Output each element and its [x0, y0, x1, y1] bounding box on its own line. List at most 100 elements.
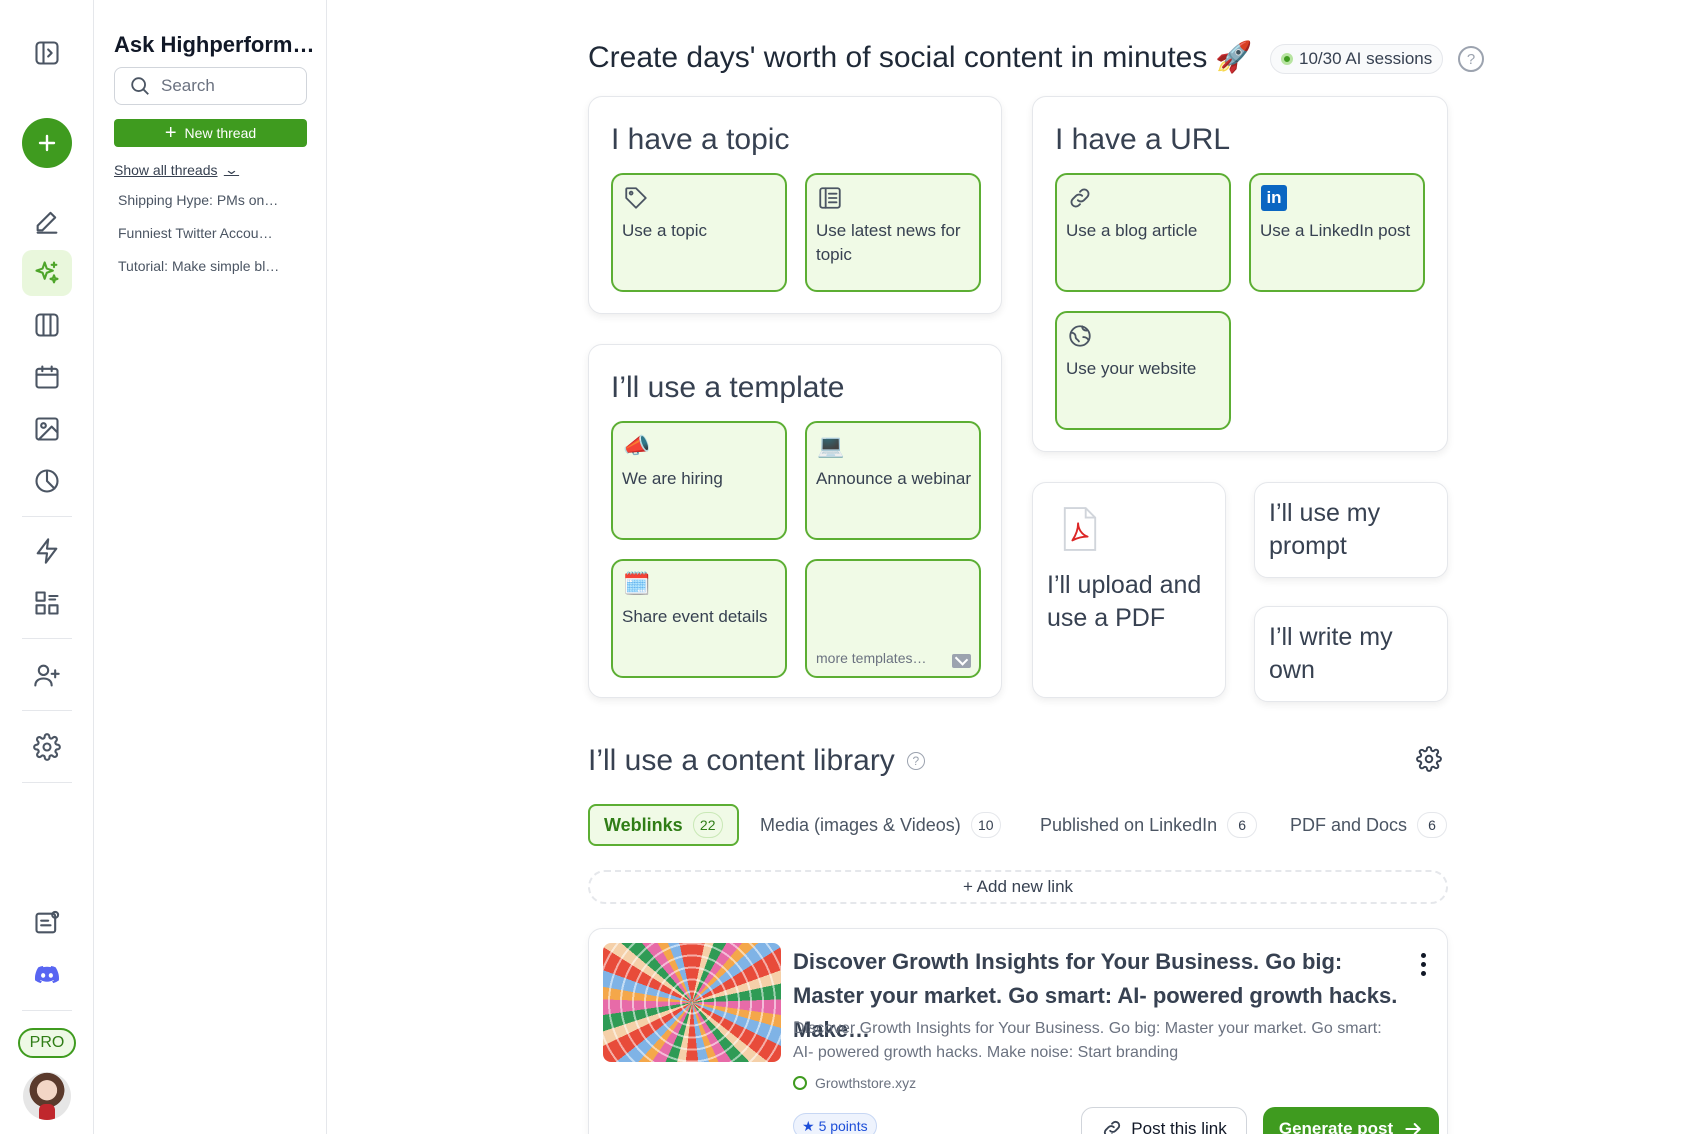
tab-published-linkedin[interactable]: Published on LinkedIn 6: [1040, 804, 1258, 846]
favicon-icon: [793, 1076, 807, 1090]
template-panel-title: I’ll use a template: [611, 371, 845, 404]
rail-divider: [22, 782, 72, 783]
toggle-sidebar-icon[interactable]: [22, 30, 72, 76]
rocket-icon: 🚀: [1215, 41, 1253, 74]
add-new-link-button[interactable]: + Add new link: [588, 870, 1448, 904]
star-icon: ★: [802, 1117, 815, 1134]
tag-icon: [623, 185, 649, 211]
icon-rail: PRO: [0, 0, 94, 1134]
tab-label: Published on LinkedIn: [1040, 814, 1218, 835]
content-library-title: I’ll use a content library ?: [588, 744, 925, 778]
arrow-right-icon: [1405, 1123, 1421, 1134]
generate-post-label: Generate post: [1278, 1119, 1394, 1134]
tab-label: Weblinks: [604, 814, 683, 835]
tab-label: PDF and Docs: [1290, 814, 1408, 835]
calendar-icon: 🗓️: [623, 571, 651, 596]
ai-sessions-label: 10/30 AI sessions: [1299, 49, 1433, 68]
threads-title: Ask Highperform…: [114, 32, 315, 57]
topic-panel-title: I have a topic: [611, 123, 790, 156]
workflow-icon[interactable]: [22, 580, 72, 626]
pdf-icon: [1063, 507, 1097, 551]
use-blog-article-tile[interactable]: Use a blog article: [1055, 173, 1231, 292]
dropdown-icon: [952, 654, 971, 668]
settings-icon[interactable]: [22, 724, 72, 770]
search-icon: [131, 77, 149, 95]
image-icon[interactable]: [22, 406, 72, 452]
rail-divider: [22, 638, 72, 639]
lightning-icon[interactable]: [22, 528, 72, 574]
link-domain-text: Growthstore.xyz: [815, 1075, 917, 1091]
new-thread-button[interactable]: + New thread: [114, 119, 307, 147]
points-label: 5 points: [818, 1118, 868, 1134]
link-domain: Growthstore.xyz: [793, 1075, 916, 1091]
thread-item[interactable]: Shipping Hype: PMs on…: [118, 192, 303, 208]
topic-panel: I have a topic Use a topic Use latest ne…: [588, 96, 1002, 314]
use-prompt-label: I’ll use my prompt: [1269, 499, 1381, 560]
more-options-icon[interactable]: [1419, 953, 1427, 976]
thread-item[interactable]: Tutorial: Make simple bl…: [118, 258, 303, 274]
tile-label: Use latest news for topic: [816, 221, 961, 264]
tile-label: Announce a webinar: [816, 469, 972, 488]
we-are-hiring-tile[interactable]: 📣 We are hiring: [611, 421, 787, 540]
show-all-threads-link[interactable]: Show all threads ⌄: [114, 162, 239, 178]
generate-post-button[interactable]: Generate post: [1263, 1107, 1439, 1134]
template-panel: I’ll use a template 📣 We are hiring 💻 An…: [588, 344, 1002, 698]
upload-pdf-label: I’ll upload and use a PDF: [1047, 571, 1202, 632]
weblink-card: Discover Growth Insights for Your Busine…: [588, 928, 1448, 1134]
announce-webinar-tile[interactable]: 💻 Announce a webinar: [805, 421, 981, 540]
use-topic-tile[interactable]: Use a topic: [611, 173, 787, 292]
tab-label: Media (images & Videos): [760, 814, 961, 835]
tile-label: Use your website: [1066, 359, 1197, 378]
tile-label: Use a blog article: [1066, 221, 1198, 240]
search-box[interactable]: [114, 67, 307, 105]
laptop-icon: 💻: [817, 433, 845, 458]
discord-icon[interactable]: [22, 952, 72, 998]
link-thumbnail[interactable]: [603, 943, 781, 1062]
tab-count: 6: [1227, 812, 1258, 838]
link-icon: [1067, 185, 1093, 211]
write-own-card[interactable]: I’ll write my own: [1254, 606, 1448, 702]
help-icon[interactable]: ?: [906, 752, 925, 770]
link-icon: [1104, 1120, 1121, 1134]
rail-divider: [22, 710, 72, 711]
tab-count: 22: [692, 812, 723, 838]
points-badge: ★ 5 points: [793, 1113, 877, 1134]
pro-badge[interactable]: PRO: [18, 1028, 76, 1058]
sparkles-icon[interactable]: [22, 250, 72, 296]
tile-label: Share event details: [622, 607, 768, 626]
megaphone-icon: 📣: [623, 433, 651, 458]
use-latest-news-tile[interactable]: Use latest news for topic: [805, 173, 981, 292]
help-icon[interactable]: ?: [1458, 46, 1484, 72]
content-library-title-text: I’ll use a content library: [588, 744, 895, 777]
tile-label: We are hiring: [622, 469, 723, 488]
tab-pdf-docs[interactable]: PDF and Docs 6: [1290, 804, 1448, 846]
pencil-icon[interactable]: [22, 198, 72, 244]
show-all-label: Show all threads: [114, 162, 218, 178]
tab-count: 6: [1417, 812, 1448, 838]
columns-icon[interactable]: [22, 302, 72, 348]
avatar[interactable]: [23, 1072, 71, 1120]
create-button[interactable]: [22, 118, 72, 168]
settings-icon[interactable]: [1416, 746, 1442, 772]
use-website-tile[interactable]: Use your website: [1055, 311, 1231, 430]
url-panel-title: I have a URL: [1055, 123, 1231, 156]
notes-icon[interactable]: [22, 900, 72, 946]
chevron-down-icon: ⌄: [223, 162, 239, 177]
rail-divider: [22, 1010, 72, 1011]
use-linkedin-post-tile[interactable]: in Use a LinkedIn post: [1249, 173, 1425, 292]
thread-item[interactable]: Funniest Twitter Accou…: [118, 225, 303, 241]
tile-label: Use a LinkedIn post: [1260, 221, 1411, 240]
add-user-icon[interactable]: [22, 652, 72, 698]
search-input[interactable]: [161, 76, 301, 96]
use-prompt-card[interactable]: I’ll use my prompt: [1254, 482, 1448, 578]
tab-weblinks[interactable]: Weblinks 22: [588, 804, 739, 846]
post-this-link-button[interactable]: Post this link: [1081, 1107, 1247, 1134]
pie-chart-icon[interactable]: [22, 458, 72, 504]
calendar-icon[interactable]: [22, 354, 72, 400]
more-templates-tile[interactable]: more templates…: [805, 559, 981, 678]
upload-pdf-card[interactable]: I’ll upload and use a PDF: [1032, 482, 1226, 698]
share-event-details-tile[interactable]: 🗓️ Share event details: [611, 559, 787, 678]
ai-sessions-badge: 10/30 AI sessions: [1270, 44, 1444, 74]
tab-media[interactable]: Media (images & Videos) 10: [760, 804, 1001, 846]
threads-panel: Ask Highperform… + New thread Show all t…: [94, 0, 327, 1134]
